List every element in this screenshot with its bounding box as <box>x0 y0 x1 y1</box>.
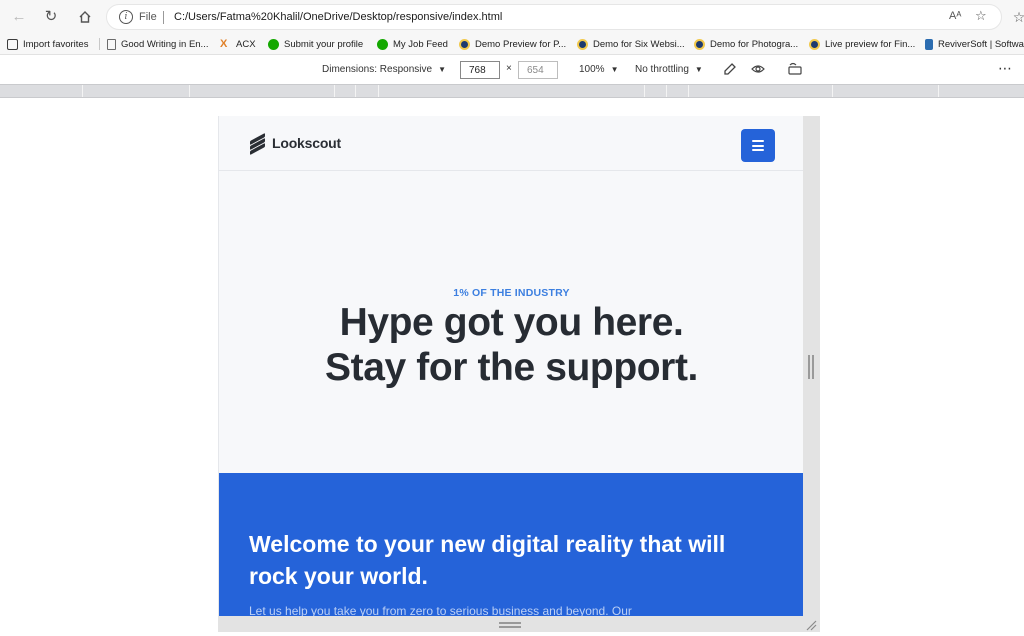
favorite-item[interactable]: Demo for Six Websi... <box>577 36 685 52</box>
acx-icon: X <box>220 37 228 50</box>
favorite-label: Demo Preview for P... <box>475 38 567 50</box>
hero-title-line-1: Hype got you here. <box>339 301 684 344</box>
ruler-tick <box>378 85 379 97</box>
favorite-item[interactable]: X ACX <box>220 36 256 52</box>
bottom-resize-handle[interactable] <box>218 616 820 632</box>
site-header: Lookscout <box>219 116 803 171</box>
upwork-icon <box>377 38 388 50</box>
times-sign: × <box>506 63 512 74</box>
hero-title: Hype got you here. Stay for the support. <box>219 300 803 390</box>
upwork-icon <box>268 38 279 50</box>
favorite-label: My Job Feed <box>393 38 448 50</box>
height-input[interactable]: 654 <box>518 61 558 79</box>
welcome-title: Welcome to your new digital reality that… <box>249 531 726 589</box>
reviversoft-icon <box>925 38 933 50</box>
favorite-item[interactable]: Live preview for Fin... <box>809 36 915 52</box>
dimensions-dropdown[interactable]: Dimensions: Responsive ▼ <box>322 64 446 75</box>
address-divider <box>163 11 164 24</box>
theme-icon <box>809 38 820 50</box>
favorite-item[interactable]: My Job Feed <box>377 36 448 52</box>
favorite-label: Import favorites <box>23 38 89 50</box>
url-text[interactable]: C:/Users/Fatma%20Khalil/OneDrive/Desktop… <box>174 11 502 23</box>
favorite-label: Submit your profile <box>284 38 364 50</box>
theme-icon <box>459 38 470 50</box>
ruler-tick <box>666 85 667 97</box>
ruler-tick <box>832 85 833 97</box>
favorite-item[interactable]: Good Writing in En... <box>107 36 208 52</box>
throttling-dropdown[interactable]: No throttling ▼ <box>635 64 703 75</box>
width-input[interactable]: 768 <box>460 61 500 79</box>
welcome-body-text: Let us help you take you from zero to se… <box>249 604 632 616</box>
ruler-tick <box>82 85 83 97</box>
caret-down-icon: ▼ <box>694 65 703 74</box>
eyedropper-icon[interactable] <box>722 62 738 78</box>
favorite-label: Demo for Six Websi... <box>593 38 685 50</box>
grip-line <box>499 626 521 628</box>
refresh-icon[interactable]: ↻ <box>40 6 62 28</box>
emulated-viewport: Lookscout 1% OF THE INDUSTRY Hype got yo… <box>218 116 803 616</box>
device-toolbar: Dimensions: Responsive ▼ 768 × 654 100% ▼ … <box>0 56 1024 84</box>
dimensions-label: Dimensions: Responsive <box>322 64 433 75</box>
brand-logo[interactable]: Lookscout <box>250 133 341 155</box>
ruler-tick <box>334 85 335 97</box>
favorite-item[interactable]: Demo Preview for P... <box>459 36 566 52</box>
hamburger-menu-button[interactable] <box>741 129 775 162</box>
home-icon[interactable] <box>74 6 96 28</box>
theme-icon <box>694 38 705 50</box>
welcome-section: Welcome to your new digital reality that… <box>219 473 803 616</box>
site-info-icon[interactable]: i <box>119 10 133 24</box>
caret-down-icon: ▼ <box>438 65 446 74</box>
back-arrow-icon[interactable]: ← <box>8 6 30 28</box>
favorites-icon[interactable]: ☆ <box>1008 6 1024 28</box>
rotate-device-icon[interactable] <box>787 62 803 78</box>
favorite-label: Live preview for Fin... <box>825 38 916 50</box>
browser-toolbar: ← ↻ i File C:/Users/Fatma%20Khalil/OneDr… <box>0 0 1024 33</box>
file-scheme-label: File <box>139 11 157 23</box>
read-aloud-icon[interactable]: Aᴬ <box>949 10 961 22</box>
brand-name: Lookscout <box>272 135 341 151</box>
zoom-label: 100% <box>579 64 605 75</box>
favorite-label: ReviverSoft | Softwa... <box>938 38 1024 50</box>
hero-section: 1% OF THE INDUSTRY Hype got you here. St… <box>219 172 803 473</box>
logo-mark-icon <box>250 133 265 155</box>
grip-line <box>499 622 521 624</box>
favorite-item[interactable]: ReviverSoft | Softwa... <box>925 36 1024 52</box>
favorites-bar: Import favorites Good Writing in En... X… <box>0 33 1024 55</box>
favorites-divider <box>99 38 100 50</box>
favorite-item[interactable]: Submit your profile <box>268 36 363 52</box>
more-options-icon[interactable]: ⋯ <box>998 60 1012 77</box>
throttling-label: No throttling <box>635 64 689 75</box>
add-favorite-icon[interactable]: ☆ <box>975 8 987 24</box>
favorite-item[interactable]: Import favorites <box>7 36 88 52</box>
vision-icon[interactable] <box>750 62 766 78</box>
hero-eyebrow: 1% OF THE INDUSTRY <box>453 287 570 299</box>
theme-icon <box>577 38 588 50</box>
caret-down-icon: ▼ <box>610 65 619 74</box>
ruler-tick <box>355 85 356 97</box>
media-query-ruler[interactable] <box>0 84 1024 98</box>
address-bar[interactable]: i File C:/Users/Fatma%20Khalil/OneDrive/… <box>106 4 1002 30</box>
ruler-tick <box>644 85 645 97</box>
corner-resize-icon[interactable] <box>806 618 817 631</box>
page-icon <box>107 38 116 50</box>
ruler-tick <box>688 85 689 97</box>
ruler-tick <box>189 85 190 97</box>
hero-title-line-2: Stay for the support. <box>325 346 698 389</box>
favorite-label: ACX <box>236 38 256 50</box>
favorite-label: Good Writing in En... <box>121 38 209 50</box>
ruler-tick <box>938 85 939 97</box>
right-resize-handle[interactable] <box>808 355 814 379</box>
import-icon <box>7 38 18 50</box>
favorite-item[interactable]: Demo for Photogra... <box>694 36 798 52</box>
favorite-label: Demo for Photogra... <box>710 38 799 50</box>
zoom-dropdown[interactable]: 100% ▼ <box>579 64 619 75</box>
